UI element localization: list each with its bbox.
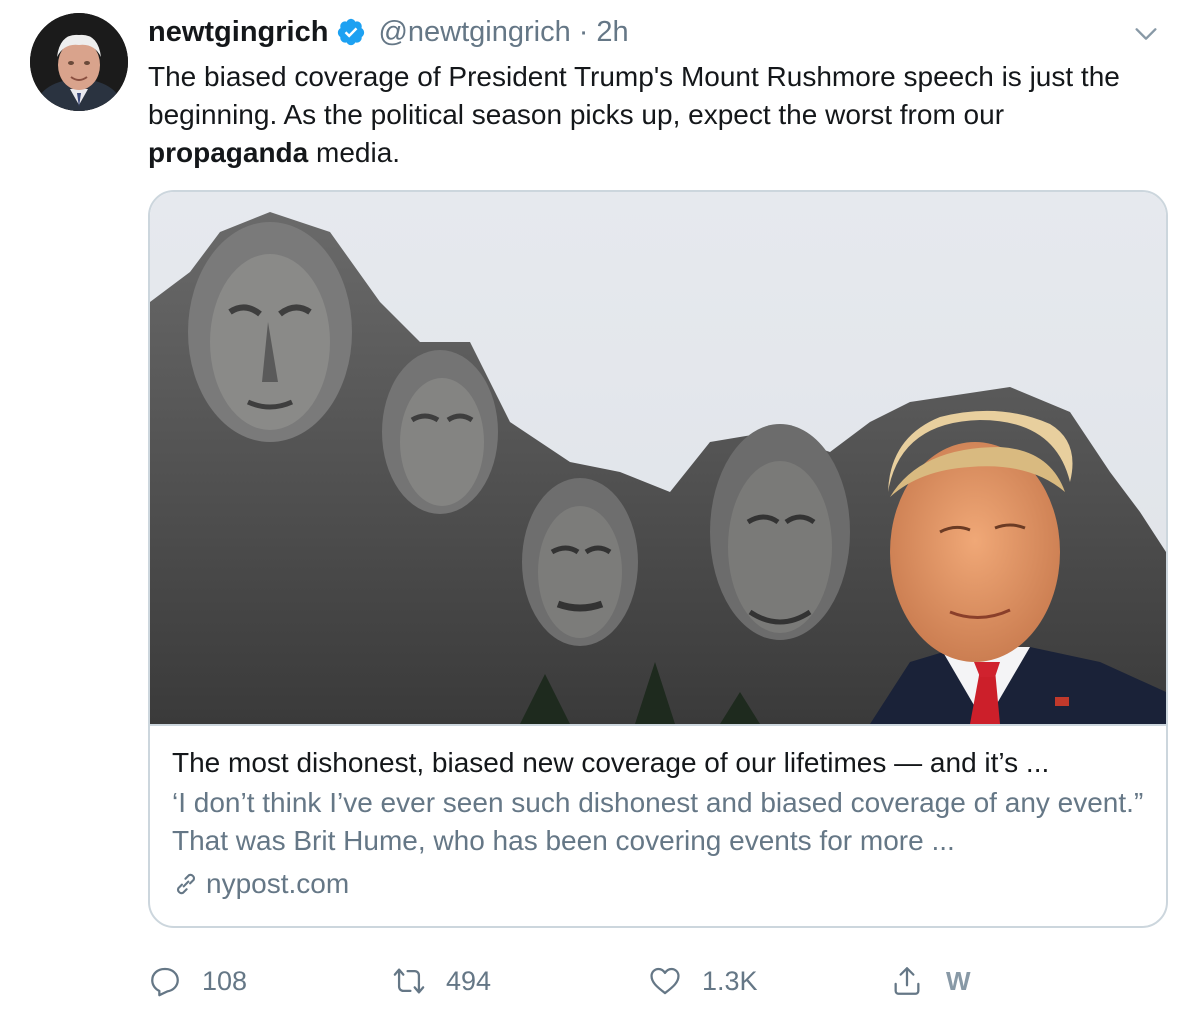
handle[interactable]: @newtgingrich [378, 16, 570, 49]
separator: · [578, 15, 589, 48]
avatar-image [30, 13, 128, 111]
display-name[interactable]: newtgingrich [148, 16, 328, 49]
timestamp[interactable]: 2h [596, 16, 628, 49]
link-card[interactable]: The most dishonest, biased new coverage … [148, 190, 1168, 928]
verified-badge-icon [338, 18, 365, 46]
card-body: The most dishonest, biased new coverage … [172, 744, 1152, 904]
tweet-text-bold: propaganda [148, 137, 309, 168]
tweet-text-part1: The biased coverage of President Trump's… [148, 61, 1120, 130]
retweet-count: 494 [446, 965, 492, 996]
tweet-text-part2: media. [308, 137, 401, 168]
action-bar: 108 494 1.3K W [148, 958, 1168, 1004]
retweet-icon [393, 968, 425, 994]
share-icon [894, 967, 920, 995]
tweet-header: newtgingrich @newtgingrich · 2h [148, 14, 629, 50]
tweet-text: The biased coverage of President Trump's… [148, 58, 1168, 172]
reply-icon [151, 967, 179, 997]
card-description: ‘I don’t think I’ve ever seen such disho… [172, 787, 1144, 856]
retweet-button[interactable]: 494 [392, 958, 491, 1004]
reply-count: 108 [202, 965, 248, 996]
extension-button[interactable]: W [946, 958, 971, 1004]
avatar[interactable] [30, 13, 128, 111]
card-title[interactable]: The most dishonest, biased new coverage … [172, 744, 1152, 782]
chevron-down-icon[interactable] [1132, 20, 1160, 48]
card-domain-text: nypost.com [206, 868, 350, 899]
like-button[interactable]: 1.3K [648, 958, 758, 1004]
card-image [150, 192, 1166, 726]
heart-icon [650, 967, 680, 995]
share-button[interactable] [890, 958, 944, 1004]
tweet: newtgingrich @newtgingrich · 2h The bias… [0, 0, 1190, 1034]
link-icon [177, 873, 195, 895]
card-domain[interactable]: nypost.com [172, 864, 1152, 904]
reply-button[interactable]: 108 [148, 958, 247, 1004]
like-count: 1.3K [702, 965, 758, 996]
